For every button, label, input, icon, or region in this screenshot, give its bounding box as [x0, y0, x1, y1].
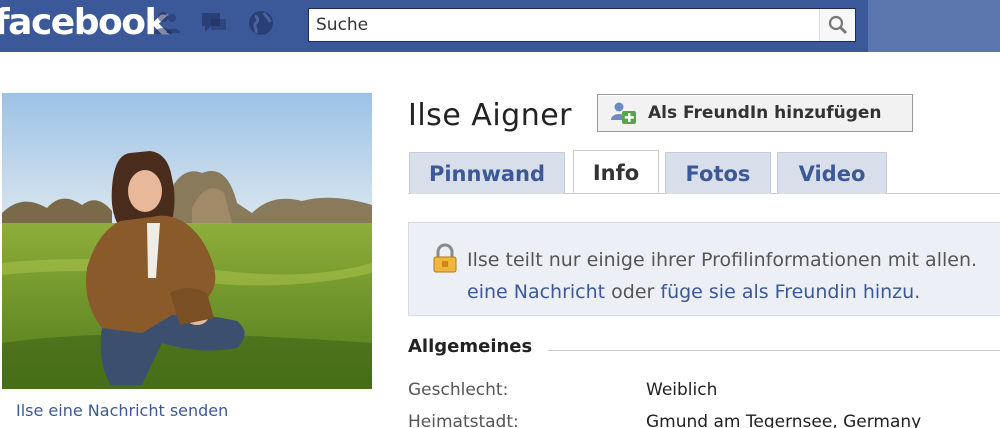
tab-fotos[interactable]: Fotos [665, 152, 771, 194]
section-title-allgemeines: Allgemeines [408, 336, 533, 357]
friend-requests-icon[interactable] [152, 8, 182, 38]
tab-info[interactable]: Info [573, 150, 659, 193]
notice-connector: oder [605, 281, 661, 303]
notifications-globe-icon[interactable] [246, 8, 276, 38]
search-box [308, 8, 856, 42]
add-friend-button[interactable]: Als FreundIn hinzufügen [597, 94, 913, 132]
messages-icon[interactable] [199, 8, 229, 38]
notice-actions: eine Nachricht oder füge sie als Freundi… [467, 281, 920, 303]
search-input[interactable] [309, 9, 819, 41]
profile-name: Ilse Aigner [408, 98, 573, 133]
magnifier-icon [828, 15, 847, 34]
privacy-notice: Ilse teilt nur einige ihrer Profilinform… [408, 222, 1000, 316]
search-button[interactable] [819, 9, 855, 41]
notice-end: . [914, 281, 921, 303]
profile-photo[interactable] [2, 93, 372, 389]
send-message-notice-link[interactable]: eine Nachricht [467, 281, 605, 303]
tab-pinnwand[interactable]: Pinnwand [409, 152, 565, 194]
section-divider [548, 350, 1000, 351]
top-navigation-bar: facebook [0, 0, 1000, 52]
info-label-hometown: Heimatstadt: [408, 412, 519, 428]
info-value-gender: Weiblich [646, 380, 718, 400]
send-message-link[interactable]: Ilse eine Nachricht senden [16, 401, 228, 420]
add-friend-notice-link[interactable]: füge sie als Freundin hinzu [660, 281, 914, 303]
tab-video[interactable]: Video [777, 152, 887, 194]
lock-icon [433, 243, 457, 273]
add-friend-label: Als FreundIn hinzufügen [648, 103, 882, 123]
facebook-logo[interactable]: facebook [0, 2, 168, 43]
notice-text: Ilse teilt nur einige ihrer Profilinform… [467, 249, 978, 271]
info-value-hometown: Gmund am Tegernsee, Germany [646, 412, 922, 428]
add-friend-icon [611, 102, 636, 124]
info-label-gender: Geschlecht: [408, 380, 509, 400]
topbar-right-area [868, 0, 1000, 52]
